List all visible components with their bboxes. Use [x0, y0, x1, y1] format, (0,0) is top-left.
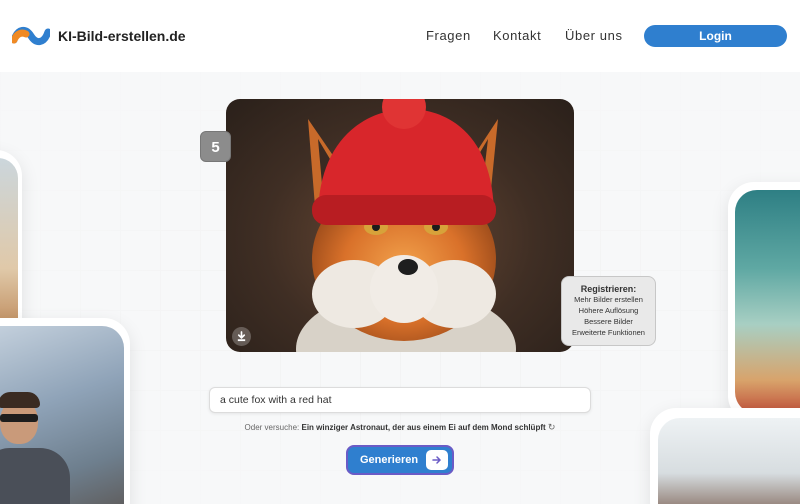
- register-promo[interactable]: Registrieren: Mehr Bilder erstellen Höhe…: [561, 276, 656, 346]
- register-title: Registrieren:: [580, 284, 637, 294]
- prompt-input[interactable]: [209, 387, 591, 413]
- fox-illustration: [296, 99, 516, 352]
- login-button[interactable]: Login: [644, 25, 787, 47]
- site-header: KI-Bild-erstellen.de Fragen Kontakt Über…: [0, 0, 800, 72]
- prompt-suggestion: Oder versuche: Ein winziger Astronaut, d…: [0, 422, 800, 433]
- generate-label: Generieren: [360, 454, 419, 466]
- register-benefit: Mehr Bilder erstellen: [574, 295, 643, 304]
- brand-name[interactable]: KI-Bild-erstellen.de: [58, 28, 186, 44]
- register-benefit: Erweiterte Funktionen: [572, 328, 645, 337]
- register-benefit: Bessere Bilder: [584, 317, 633, 326]
- generate-button[interactable]: Generieren: [346, 445, 454, 475]
- generated-image: [226, 99, 574, 352]
- sample-card-left-bottom: [0, 318, 130, 504]
- sample-card-right-top: [728, 182, 800, 422]
- arrow-right-icon: [426, 450, 448, 470]
- suggestion-text[interactable]: Ein winziger Astronaut, der aus einem Ei…: [301, 423, 545, 432]
- remaining-count-badge: 5: [200, 131, 231, 162]
- suggestion-prefix: Oder versuche:: [244, 423, 300, 432]
- nav-link-kontakt[interactable]: Kontakt: [493, 28, 541, 43]
- refresh-icon[interactable]: ↻: [548, 422, 556, 432]
- logo-icon[interactable]: [12, 24, 50, 48]
- download-button[interactable]: [232, 327, 251, 346]
- nav-link-ueber-uns[interactable]: Über uns: [565, 28, 623, 43]
- register-benefit: Höhere Auflösung: [578, 306, 639, 315]
- download-icon: [237, 331, 246, 342]
- nav-link-fragen[interactable]: Fragen: [426, 28, 471, 43]
